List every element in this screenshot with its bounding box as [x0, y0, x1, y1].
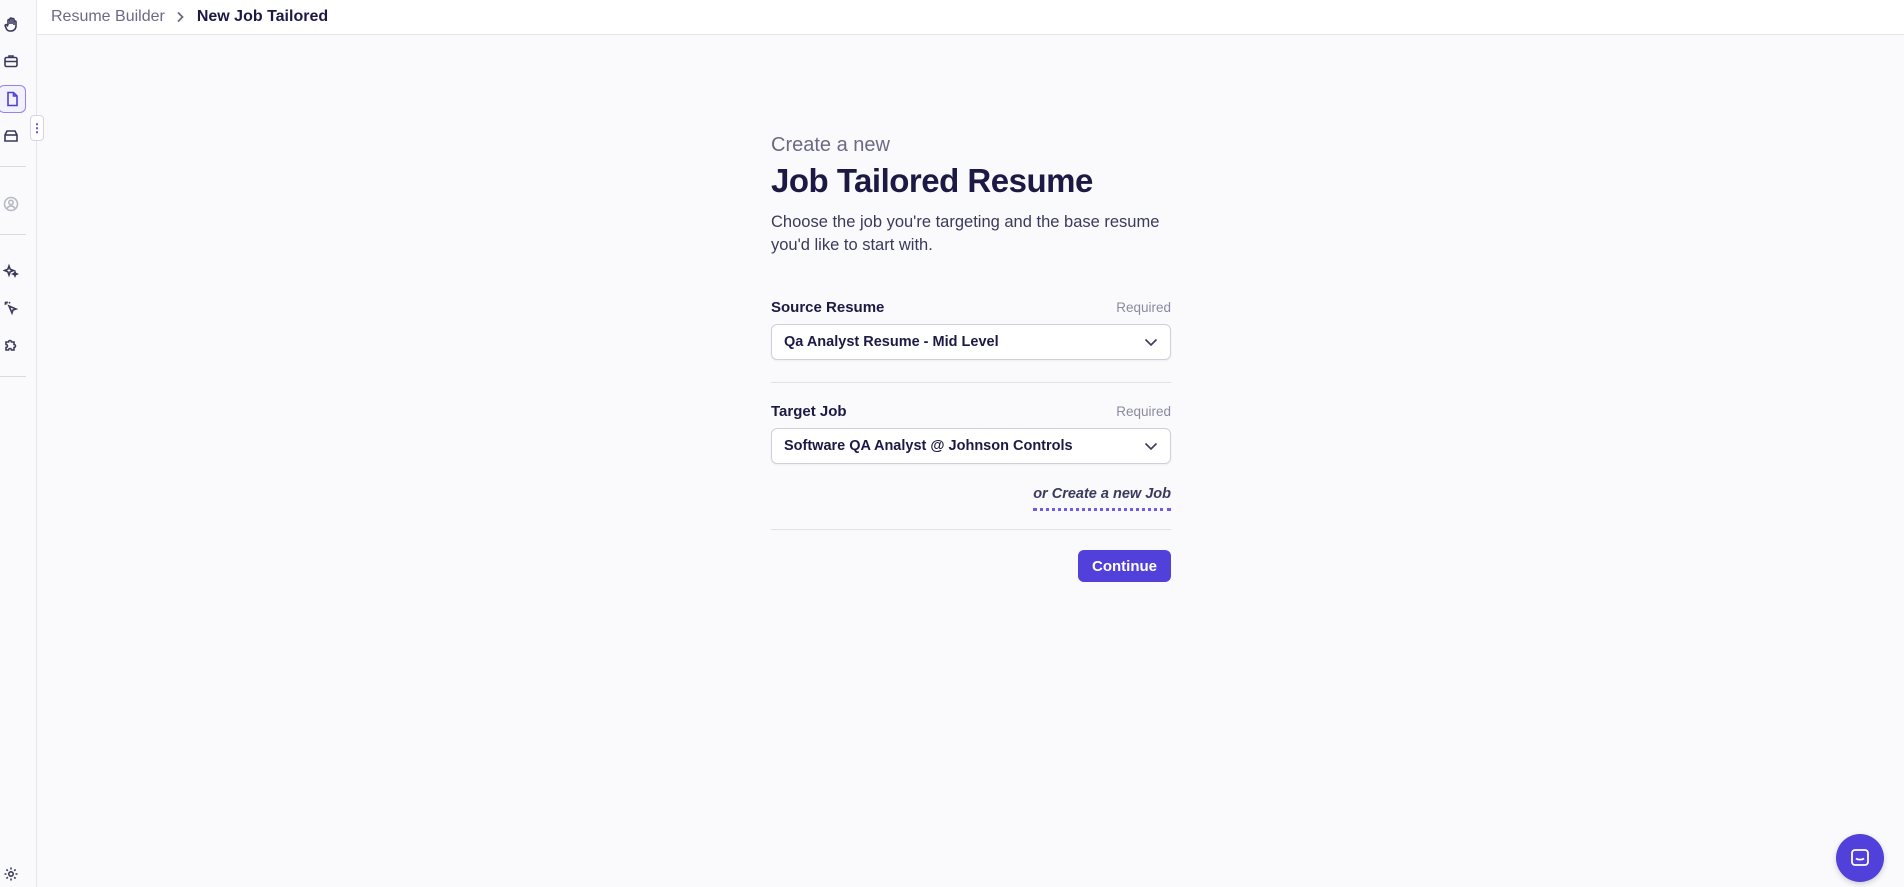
- source-resume-value: Qa Analyst Resume - Mid Level: [784, 334, 999, 350]
- source-resume-select[interactable]: Qa Analyst Resume - Mid Level: [771, 324, 1171, 360]
- avatar-icon[interactable]: [0, 193, 22, 215]
- gear-icon[interactable]: [0, 863, 22, 885]
- sidebar-collapse-handle[interactable]: ⋮: [30, 115, 44, 141]
- sidebar-divider: [0, 376, 26, 377]
- form-actions: Continue: [771, 550, 1171, 582]
- new-job-tailored-form: Create a new Job Tailored Resume Choose …: [771, 133, 1171, 582]
- page-eyebrow: Create a new: [771, 134, 890, 156]
- sidebar-divider: [0, 234, 26, 235]
- target-job-select[interactable]: Software QA Analyst @ Johnson Controls: [771, 428, 1171, 464]
- page-title: Job Tailored Resume: [771, 162, 1093, 199]
- section-divider: [771, 529, 1171, 530]
- target-job-field: Target Job Required Software QA Analyst …: [771, 403, 1171, 464]
- briefcase-icon[interactable]: [0, 50, 22, 72]
- required-hint: Required: [1116, 404, 1171, 419]
- archive-icon[interactable]: [0, 125, 22, 147]
- source-resume-label: Source Resume: [771, 299, 885, 316]
- source-resume-field: Source Resume Required Qa Analyst Resume…: [771, 299, 1171, 360]
- chevron-right-icon: [175, 11, 185, 23]
- breadcrumb: Resume Builder New Job Tailored: [37, 0, 1904, 35]
- document-icon[interactable]: [0, 85, 26, 113]
- create-new-job-link[interactable]: or Create a new Job: [1033, 486, 1171, 511]
- chevron-down-icon: [1144, 338, 1158, 347]
- breadcrumb-current: New Job Tailored: [196, 8, 329, 25]
- continue-button[interactable]: Continue: [1078, 550, 1171, 582]
- chat-icon: [1851, 849, 1869, 866]
- target-job-value: Software QA Analyst @ Johnson Controls: [784, 438, 1073, 454]
- chevron-down-icon: [1144, 442, 1158, 451]
- sidebar-divider: [0, 166, 26, 167]
- cursor-click-icon[interactable]: [0, 297, 22, 319]
- required-hint: Required: [1116, 300, 1171, 315]
- section-divider: [771, 382, 1171, 383]
- chat-launcher-button[interactable]: [1836, 834, 1884, 882]
- page-description: Choose the job you're targeting and the …: [771, 213, 1160, 254]
- puzzle-icon[interactable]: [0, 334, 22, 356]
- hand-wave-icon[interactable]: [0, 13, 22, 35]
- target-job-label: Target Job: [771, 403, 847, 420]
- create-job-link-row: or Create a new Job: [771, 486, 1171, 511]
- breadcrumb-resume-builder[interactable]: Resume Builder: [51, 8, 165, 26]
- sparkle-icon[interactable]: [0, 260, 22, 282]
